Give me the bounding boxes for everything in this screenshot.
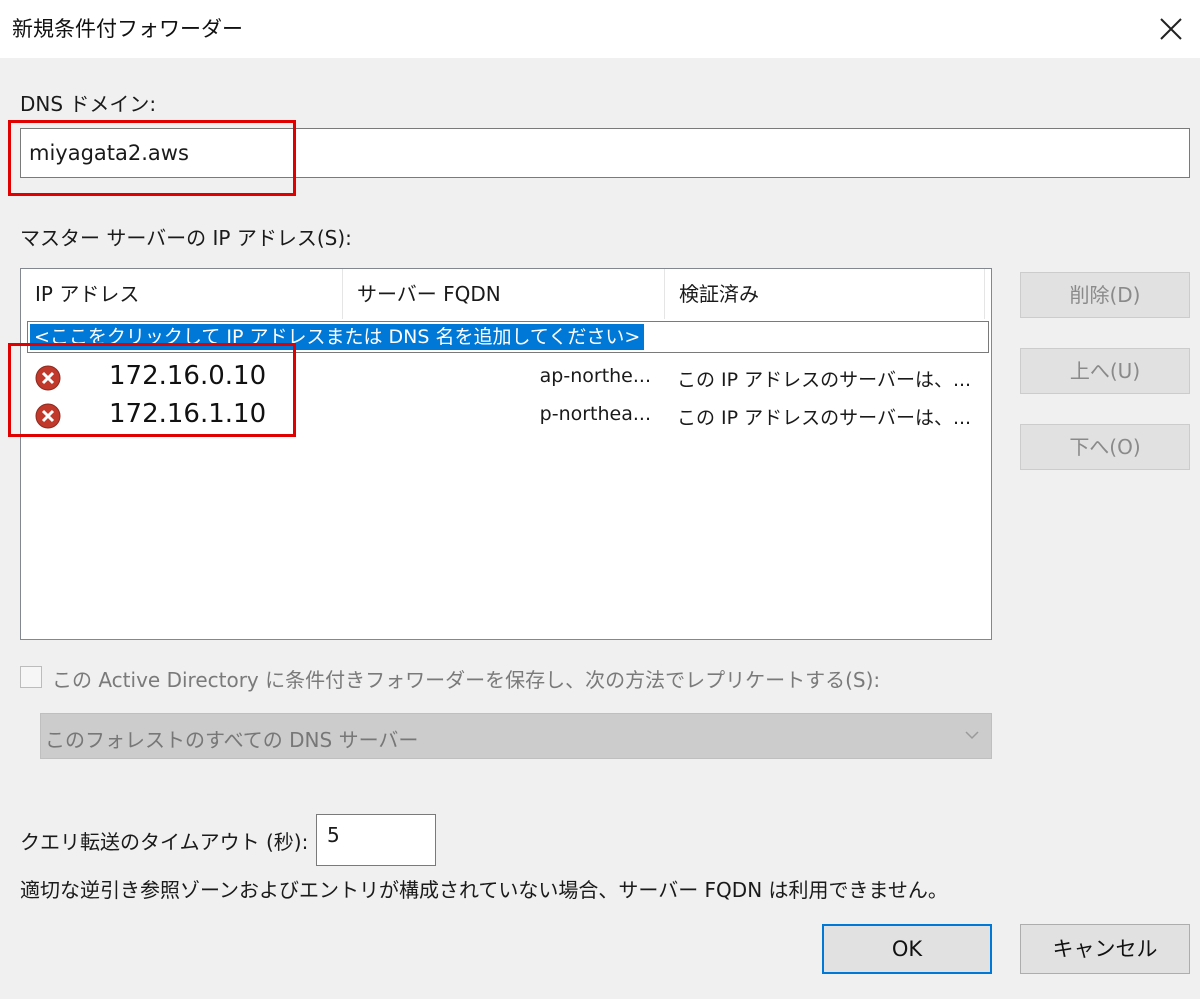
delete-button[interactable]: 削除(D) bbox=[1020, 272, 1190, 318]
row-verified: この IP アドレスのサーバーは、... bbox=[677, 407, 972, 429]
row-ip: 172.16.0.10 bbox=[109, 361, 267, 391]
error-icon bbox=[35, 403, 61, 429]
row-fqdn: p-northea... bbox=[539, 403, 651, 425]
add-server-prompt[interactable]: <ここをクリックして IP アドレスまたは DNS 名を追加してください> bbox=[30, 324, 645, 350]
dns-domain-input[interactable]: miyagata2.aws bbox=[20, 128, 1190, 178]
fqdn-note: 適切な逆引き参照ゾーンおよびエントリが構成されていない場合、サーバー FQDN … bbox=[20, 878, 948, 902]
column-header-verified[interactable]: 検証済み bbox=[665, 269, 985, 319]
ok-button[interactable]: OK bbox=[822, 924, 992, 974]
column-header-ip[interactable]: IP アドレス bbox=[21, 269, 343, 319]
title-bar: 新規条件付フォワーダー bbox=[0, 0, 1200, 58]
master-servers-list[interactable]: IP アドレス サーバー FQDN 検証済み <ここをクリックして IP アドレ… bbox=[20, 268, 992, 640]
move-down-button[interactable]: 下へ(O) bbox=[1020, 424, 1190, 470]
dns-domain-label: DNS ドメイン: bbox=[20, 92, 157, 116]
table-row[interactable]: 172.16.0.10 ap-northe... この IP アドレスのサーバー… bbox=[21, 359, 991, 397]
row-ip: 172.16.1.10 bbox=[109, 399, 267, 429]
chevron-down-icon bbox=[965, 731, 979, 740]
move-up-button[interactable]: 上へ(U) bbox=[1020, 348, 1190, 394]
close-button[interactable] bbox=[1142, 0, 1200, 58]
replicate-checkbox[interactable] bbox=[20, 666, 42, 688]
cancel-button[interactable]: キャンセル bbox=[1020, 924, 1190, 974]
column-header-fqdn[interactable]: サーバー FQDN bbox=[343, 269, 665, 319]
table-row[interactable]: 172.16.1.10 p-northea... この IP アドレスのサーバー… bbox=[21, 397, 991, 435]
row-fqdn: ap-northe... bbox=[539, 365, 651, 387]
close-icon bbox=[1160, 18, 1182, 40]
replicate-checkbox-label: この Active Directory に条件付きフォワーダーを保存し、次の方法… bbox=[52, 668, 881, 692]
row-verified: この IP アドレスのサーバーは、... bbox=[677, 369, 972, 391]
master-servers-label: マスター サーバーの IP アドレス(S): bbox=[20, 226, 352, 250]
add-server-row[interactable]: <ここをクリックして IP アドレスまたは DNS 名を追加してください> bbox=[27, 321, 989, 353]
replication-scope-value: このフォレストのすべての DNS サーバー bbox=[45, 728, 419, 752]
timeout-label: クエリ転送のタイムアウト (秒): bbox=[20, 830, 309, 854]
replication-scope-select[interactable]: このフォレストのすべての DNS サーバー bbox=[40, 713, 992, 759]
window-title: 新規条件付フォワーダー bbox=[12, 17, 243, 41]
timeout-input[interactable]: 5 bbox=[316, 814, 436, 866]
error-icon bbox=[35, 365, 61, 391]
